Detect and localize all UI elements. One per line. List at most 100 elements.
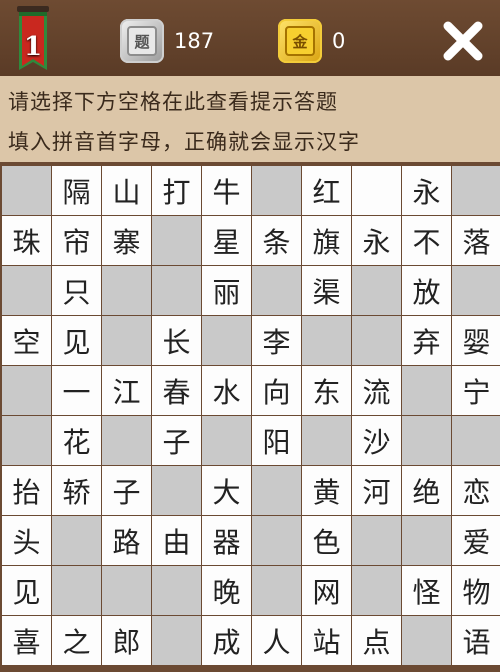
question-tile-icon[interactable]: 题 <box>120 19 164 63</box>
grid-cell[interactable]: 站 <box>302 616 351 665</box>
grid-cell-blocked <box>102 416 151 465</box>
grid-cell[interactable] <box>352 166 401 215</box>
grid-cell[interactable]: 珠 <box>2 216 51 265</box>
grid-cell[interactable]: 子 <box>102 466 151 515</box>
gold-tile-icon[interactable]: 金 <box>278 19 322 63</box>
grid-cell[interactable]: 牛 <box>202 166 251 215</box>
grid-cell-blocked <box>402 416 451 465</box>
grid-cell[interactable]: 抬 <box>2 466 51 515</box>
grid-cell[interactable]: 绝 <box>402 466 451 515</box>
grid-cell[interactable]: 大 <box>202 466 251 515</box>
grid-cell-blocked <box>2 366 51 415</box>
level-number: 1 <box>23 32 43 62</box>
grid-cell[interactable]: 物 <box>452 566 500 615</box>
grid-cell-blocked <box>252 166 301 215</box>
grid-cell-blocked <box>102 316 151 365</box>
grid-cell[interactable]: 江 <box>102 366 151 415</box>
grid-cell[interactable]: 器 <box>202 516 251 565</box>
grid-cell[interactable]: 永 <box>352 216 401 265</box>
grid-cell-blocked <box>52 566 101 615</box>
grid-cell[interactable]: 喜 <box>2 616 51 665</box>
grid-cell[interactable]: 见 <box>52 316 101 365</box>
grid-cell[interactable]: 渠 <box>302 266 351 315</box>
grid-cell[interactable]: 红 <box>302 166 351 215</box>
grid-cell[interactable]: 打 <box>152 166 201 215</box>
grid-cell[interactable]: 由 <box>152 516 201 565</box>
hint-line-2: 填入拼音首字母，正确就会显示汉字 <box>8 130 360 154</box>
grid-cell[interactable]: 人 <box>252 616 301 665</box>
grid-cell-blocked <box>2 416 51 465</box>
grid-cell[interactable]: 沙 <box>352 416 401 465</box>
grid-cell-blocked <box>152 566 201 615</box>
grid-cell[interactable]: 成 <box>202 616 251 665</box>
grid-cell[interactable]: 帘 <box>52 216 101 265</box>
grid-cell[interactable]: 爱 <box>452 516 500 565</box>
grid-cell[interactable]: 寨 <box>102 216 151 265</box>
grid-cell[interactable]: 见 <box>2 566 51 615</box>
grid-cell[interactable]: 流 <box>352 366 401 415</box>
level-badge: 1 <box>14 4 52 76</box>
grid-cell-blocked <box>452 266 500 315</box>
grid-cell[interactable]: 李 <box>252 316 301 365</box>
grid-cell-blocked <box>2 266 51 315</box>
grid-cell[interactable]: 色 <box>302 516 351 565</box>
grid-cell[interactable]: 阳 <box>252 416 301 465</box>
grid-cell[interactable]: 头 <box>2 516 51 565</box>
grid-cell[interactable]: 向 <box>252 366 301 415</box>
grid-cell[interactable]: 隔 <box>52 166 101 215</box>
grid-cell[interactable]: 郎 <box>102 616 151 665</box>
grid-cell-blocked <box>2 166 51 215</box>
grid-cell[interactable]: 轿 <box>52 466 101 515</box>
grid-cell-blocked <box>252 466 301 515</box>
grid-cell-blocked <box>102 566 151 615</box>
grid-cell[interactable]: 东 <box>302 366 351 415</box>
grid-cell[interactable]: 晚 <box>202 566 251 615</box>
grid-cell[interactable]: 丽 <box>202 266 251 315</box>
grid-cell[interactable]: 旗 <box>302 216 351 265</box>
grid-cell[interactable]: 弃 <box>402 316 451 365</box>
grid-cell[interactable]: 山 <box>102 166 151 215</box>
grid-cell-blocked <box>152 616 201 665</box>
grid-cell[interactable]: 长 <box>152 316 201 365</box>
grid-cell[interactable]: 网 <box>302 566 351 615</box>
grid-cell[interactable]: 怪 <box>402 566 451 615</box>
close-x-icon <box>443 21 483 61</box>
grid-cell[interactable]: 婴 <box>452 316 500 365</box>
grid-cell-blocked <box>352 316 401 365</box>
grid-cell[interactable]: 条 <box>252 216 301 265</box>
grid-cell-blocked <box>302 316 351 365</box>
grid-cell-blocked <box>352 566 401 615</box>
grid-cell[interactable]: 路 <box>102 516 151 565</box>
grid-cell[interactable]: 永 <box>402 166 451 215</box>
grid-cell-blocked <box>252 566 301 615</box>
crossword-board: 隔山打牛红永珠帘寨星条旗永不落只丽渠放空见长李弃婴一江春水向东流宁花子阳沙抬轿子… <box>0 162 500 672</box>
grid-cell[interactable]: 一 <box>52 366 101 415</box>
grid-cell-blocked <box>352 516 401 565</box>
grid-cell-blocked <box>402 616 451 665</box>
grid-cell[interactable]: 语 <box>452 616 500 665</box>
grid-cell[interactable]: 黄 <box>302 466 351 515</box>
grid-cell[interactable]: 春 <box>152 366 201 415</box>
grid-cell[interactable]: 落 <box>452 216 500 265</box>
grid-cell[interactable]: 水 <box>202 366 251 415</box>
grid-cell[interactable]: 恋 <box>452 466 500 515</box>
grid-cell-blocked <box>102 266 151 315</box>
grid-cell[interactable]: 河 <box>352 466 401 515</box>
grid-cell-blocked <box>302 416 351 465</box>
grid-cell[interactable]: 宁 <box>452 366 500 415</box>
gold-counter: 金 0 <box>278 16 345 66</box>
grid-cell[interactable]: 星 <box>202 216 251 265</box>
grid-cell[interactable]: 花 <box>52 416 101 465</box>
grid-cell[interactable]: 子 <box>152 416 201 465</box>
grid-cell-blocked <box>202 416 251 465</box>
grid-cell-blocked <box>452 166 500 215</box>
close-button[interactable] <box>438 16 488 66</box>
hint-panel: 请选择下方空格在此查看提示答题 填入拼音首字母，正确就会显示汉字 <box>0 76 500 162</box>
grid-cell[interactable]: 空 <box>2 316 51 365</box>
grid-cell[interactable]: 只 <box>52 266 101 315</box>
grid-cell[interactable]: 不 <box>402 216 451 265</box>
grid-cell[interactable]: 点 <box>352 616 401 665</box>
grid-cell-blocked <box>252 516 301 565</box>
grid-cell[interactable]: 之 <box>52 616 101 665</box>
grid-cell[interactable]: 放 <box>402 266 451 315</box>
